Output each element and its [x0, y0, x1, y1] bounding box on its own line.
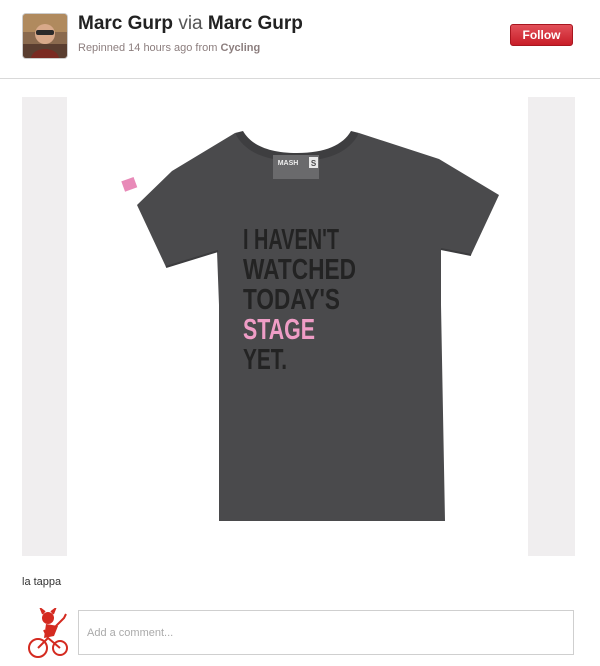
tshirt-image: MASH S I HAVEN'T WATCHED TODAY'S STAGE Y… — [121, 131, 499, 521]
neck-label-size: S — [311, 159, 317, 168]
tshirt-body — [137, 133, 499, 521]
via-text: via — [178, 13, 203, 34]
repin-info: Repinned 14 hours ago from Cycling — [78, 42, 260, 54]
neck-label: MASH S — [273, 155, 319, 179]
pin-header: Marc Gurp via Marc Gurp Repinned 14 hour… — [0, 0, 600, 79]
sleeve-logo — [121, 176, 138, 192]
devil-cyclist-avatar-icon — [28, 606, 68, 658]
user-avatar[interactable] — [23, 14, 67, 58]
commenter-avatar[interactable] — [24, 606, 70, 660]
user-name-link[interactable]: Marc Gurp — [78, 13, 173, 34]
avatar-photo-icon — [23, 14, 67, 58]
board-link[interactable]: Cycling — [221, 42, 261, 54]
repinned-text: Repinned 14 hours ago from — [78, 42, 218, 54]
shirt-line-1: I HAVEN'T — [243, 224, 339, 256]
shirt-line-2: WATCHED — [243, 254, 356, 286]
via-user-link[interactable]: Marc Gurp — [208, 13, 303, 34]
shirt-line-3: TODAY'S — [243, 284, 340, 316]
shirt-line-5: YET. — [243, 344, 287, 376]
neck-label-brand: MASH — [278, 160, 299, 167]
pin-image-container: MASH S I HAVEN'T WATCHED TODAY'S STAGE Y… — [22, 97, 575, 556]
follow-button[interactable]: Follow — [510, 24, 573, 46]
pin-description: la tappa — [22, 576, 62, 588]
comment-input[interactable] — [78, 610, 574, 655]
pin-image[interactable]: MASH S I HAVEN'T WATCHED TODAY'S STAGE Y… — [67, 97, 528, 556]
pin-attribution: Marc Gurp via Marc Gurp — [78, 13, 303, 35]
shirt-line-4: STAGE — [243, 314, 315, 346]
